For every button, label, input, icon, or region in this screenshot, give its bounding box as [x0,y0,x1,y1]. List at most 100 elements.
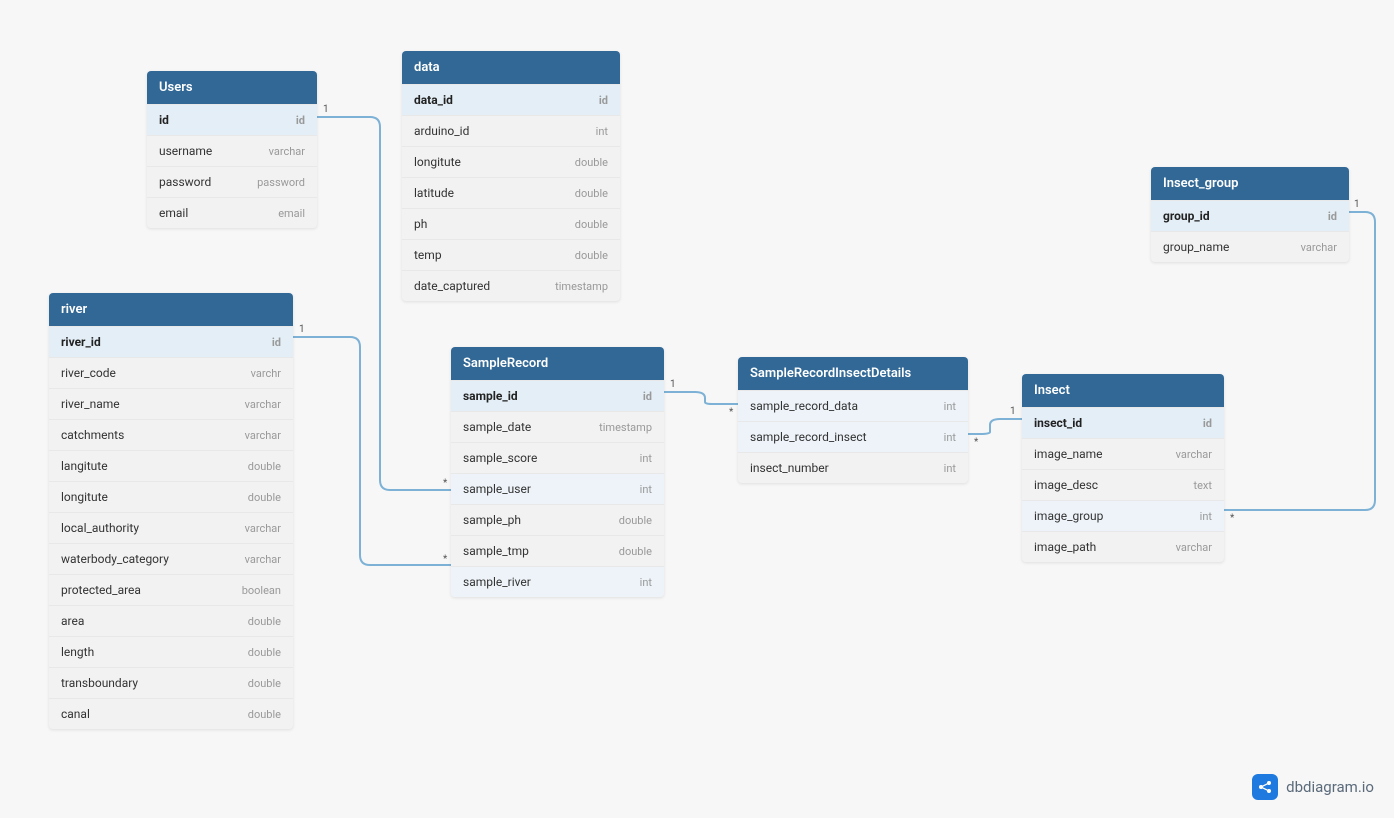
field-name: longitute [61,490,108,504]
table-row[interactable]: insect_numberint [738,452,968,483]
field-type: int [640,483,652,496]
table-row[interactable]: arduino_idint [402,115,620,146]
table-row[interactable]: latitudedouble [402,177,620,208]
table-row[interactable]: usernamevarchar [147,135,317,166]
field-type: int [1200,510,1212,523]
logo[interactable]: dbdiagram.io [1252,774,1374,800]
table-samplerecord[interactable]: SampleRecordsample_ididsample_datetimest… [451,347,664,597]
table-row[interactable]: canal double [49,698,293,729]
table-row[interactable]: group_namevarchar [1151,231,1349,262]
table-row[interactable]: date_capturedtimestamp [402,270,620,301]
table-row[interactable]: areadouble [49,605,293,636]
table-row[interactable]: group_idid [1151,200,1349,231]
table-row[interactable]: insect_idid [1022,407,1224,438]
table-row[interactable]: image_path varchar [1022,531,1224,562]
table-header[interactable]: Insect [1022,374,1224,407]
table-row[interactable]: image_namevarchar [1022,438,1224,469]
field-name: longitute [414,155,461,169]
field-type: varchar [245,398,281,411]
table-insect[interactable]: Insectinsect_ididimage_namevarcharimage_… [1022,374,1224,562]
table-row[interactable]: longitute double [49,481,293,512]
table-row[interactable]: protected_areaboolean [49,574,293,605]
field-name: data_id [414,93,453,107]
field-name: length [61,645,94,659]
table-river[interactable]: river river_id id river_code varchr river_nam… [49,293,293,729]
table-row[interactable]: passwordpassword [147,166,317,197]
table-header[interactable]: river [49,293,293,326]
table-row[interactable]: transboundary double [49,667,293,698]
field-type: double [619,514,652,527]
table-row[interactable]: lengthdouble [49,636,293,667]
table-row[interactable]: sample_record_dataint [738,390,968,421]
field-name: image_path [1034,540,1096,554]
table-row[interactable]: temp double [402,239,620,270]
table-row[interactable]: idid [147,104,317,135]
field-name: sample_record_data [750,399,858,413]
table-row[interactable]: river_name varchar [49,388,293,419]
field-name: canal [61,707,90,721]
field-name: river_code [61,366,116,380]
table-header[interactable]: Users [147,71,317,104]
table-row[interactable]: phdouble [402,208,620,239]
field-type: varchar [1176,448,1212,461]
table-users[interactable]: Usersididusernamevarcharpasswordpassword… [147,71,317,228]
table-row[interactable]: sample_userint [451,473,664,504]
table-samplerecordinsectdetails[interactable]: SampleRecordInsectDetailssample_record_d… [738,357,968,483]
table-header[interactable]: SampleRecordInsectDetails [738,357,968,390]
field-type: varchr [251,367,281,380]
table-row[interactable]: river_code varchr [49,357,293,388]
field-name: catchments [61,428,124,442]
field-name: email [159,206,188,220]
field-type: int [944,431,956,444]
field-name: latitude [414,186,454,200]
field-type: password [257,176,305,189]
field-name: sample_id [463,389,518,403]
field-type: email [278,207,305,220]
table-row[interactable]: sample_datetimestamp [451,411,664,442]
table-row[interactable]: langitutedouble [49,450,293,481]
field-type: id [272,336,281,349]
table-header[interactable]: Insect_group [1151,167,1349,200]
field-type: varchar [245,429,281,442]
table-row[interactable]: sample_ph double [451,504,664,535]
table-row[interactable]: longitutedouble [402,146,620,177]
field-type: varchar [1301,241,1337,254]
field-name: temp [414,248,442,262]
field-name: id [159,113,169,127]
field-name: river_name [61,397,120,411]
table-row[interactable]: sample_riverint [451,566,664,597]
table-row[interactable]: sample_record_insectint [738,421,968,452]
table-data[interactable]: datadata_ididarduino_idintlongitutedoubl… [402,51,620,301]
field-type: double [248,677,281,690]
table-header[interactable]: data [402,51,620,84]
table-row[interactable]: sample_scoreint [451,442,664,473]
svg-text:1: 1 [1354,199,1360,210]
field-type: varchar [1176,541,1212,554]
table-row[interactable]: local_authorityvarchar [49,512,293,543]
table-row[interactable]: catchments varchar [49,419,293,450]
field-type: double [619,545,652,558]
svg-text:*: * [443,554,448,565]
field-type: double [248,615,281,628]
table-row[interactable]: waterbody_categoryvarchar [49,543,293,574]
field-type: double [248,708,281,721]
field-name: date_captured [414,279,490,293]
field-name: sample_river [463,575,531,589]
logo-text: dbdiagram.io [1286,778,1374,796]
table-row[interactable]: sample_tmpdouble [451,535,664,566]
table-row[interactable]: image_desctext [1022,469,1224,500]
field-type: double [248,491,281,504]
table-row[interactable]: data_idid [402,84,620,115]
svg-text:1: 1 [670,379,676,390]
field-name: river_id [61,335,101,349]
svg-text:1: 1 [1010,406,1016,417]
table-insect_group[interactable]: Insect_groupgroup_ididgroup_namevarchar [1151,167,1349,262]
field-name: sample_ph [463,513,521,527]
table-row[interactable]: sample_idid [451,380,664,411]
field-name: transboundary [61,676,138,690]
table-row[interactable]: email email [147,197,317,228]
table-header[interactable]: SampleRecord [451,347,664,380]
table-row[interactable]: river_id id [49,326,293,357]
field-type: double [575,249,608,262]
table-row[interactable]: image_groupint [1022,500,1224,531]
